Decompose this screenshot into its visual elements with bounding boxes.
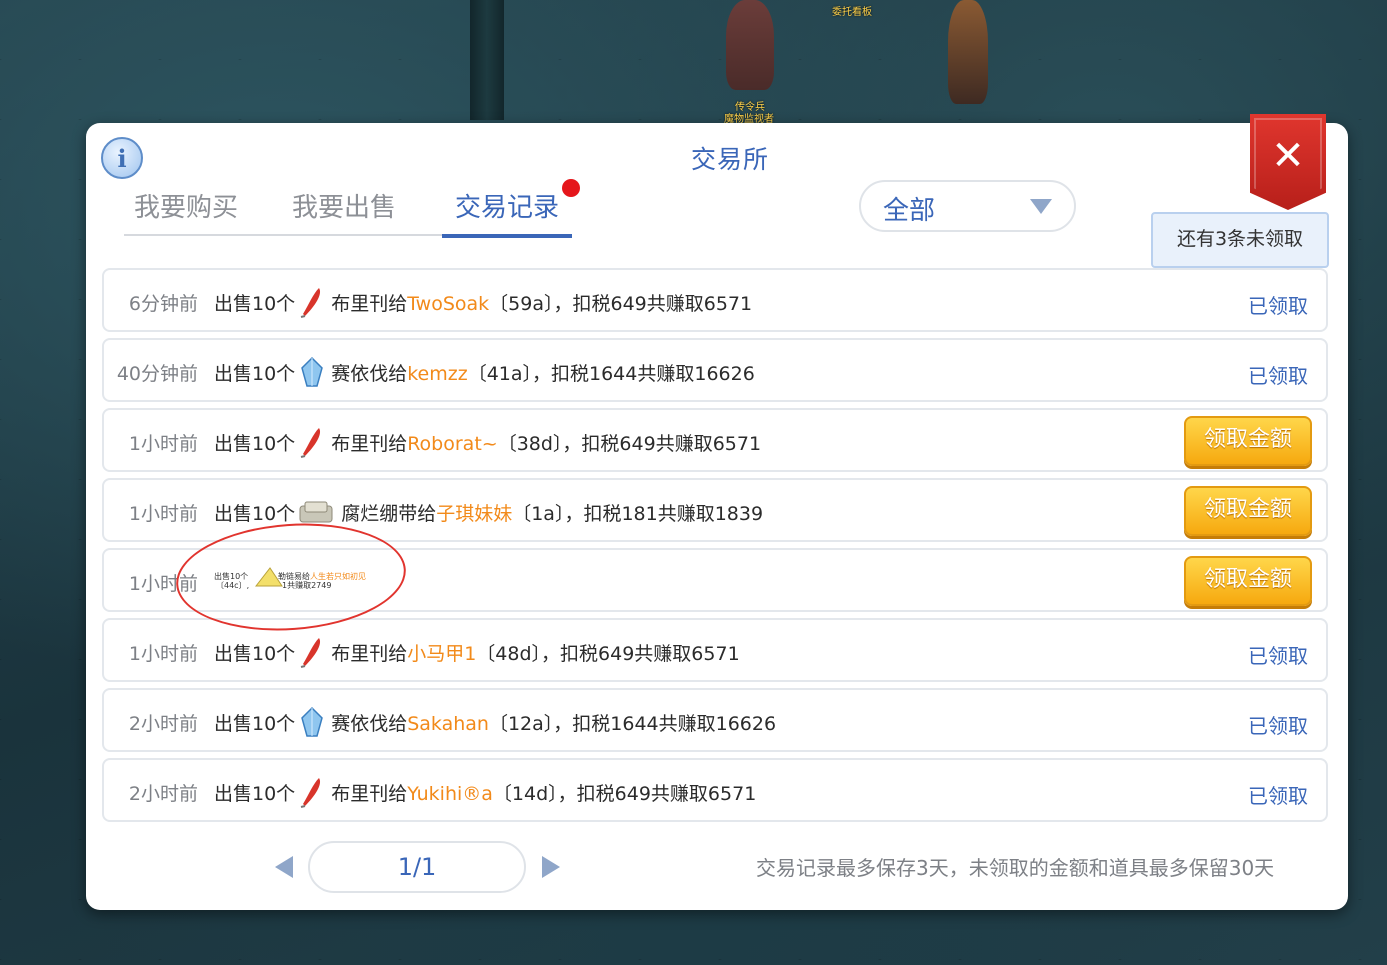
- record-time: 2小时前: [128, 783, 198, 805]
- npc-character[interactable]: [726, 0, 774, 90]
- tab-bar: 我要购买 我要出售 交易记录: [124, 188, 572, 238]
- record-text: 出售10个 布里刊给Roborat~〔38d〕，扣税649共赚取6571: [214, 427, 762, 458]
- record-item: 布里刊给: [331, 643, 408, 665]
- record-row: 2小时前 出售10个 布里刊给Yukihi®a〔14d〕，扣税649共赚取6571…: [102, 758, 1328, 822]
- record-item: 布里刊给: [331, 293, 408, 315]
- prev-page-icon[interactable]: [275, 856, 293, 878]
- record-suffix: 〔12a〕，扣税1644共赚取16626: [488, 713, 777, 735]
- buyer-name[interactable]: Yukihi®a: [407, 783, 493, 805]
- record-row: 40分钟前 出售10个 赛依伐给kemzz〔41a〕，扣税1644共赚取16626…: [102, 338, 1328, 402]
- record-time: 1小时前: [128, 433, 198, 455]
- record-text: 出售10个 布里刊给小马甲1〔48d〕，扣税649共赚取6571: [214, 637, 740, 668]
- red-feather-icon: [300, 287, 321, 318]
- info-icon[interactable]: i: [101, 137, 143, 179]
- filter-selected: 全部: [883, 196, 936, 226]
- claim-amount-button[interactable]: 领取金额: [1184, 556, 1312, 606]
- record-prefix: 出售10个: [214, 363, 296, 385]
- close-icon: ✕: [1271, 133, 1305, 179]
- buyer-name[interactable]: Sakahan: [407, 713, 489, 735]
- record-item: 布里刊给: [331, 433, 408, 455]
- unclaimed-notice: 还有3条未领取: [1151, 212, 1329, 268]
- record-suffix: 〔41a〕，扣税1644共赚取16626: [467, 363, 755, 385]
- claimed-label: 已领取: [1248, 644, 1308, 668]
- tab-sell[interactable]: 我要出售: [292, 188, 396, 234]
- claim-amount-button[interactable]: 领取金额: [1184, 486, 1312, 536]
- tab-records[interactable]: 交易记录: [442, 188, 572, 238]
- tab-buy[interactable]: 我要购买: [134, 188, 238, 234]
- record-item: 赛依伐给: [331, 363, 408, 385]
- record-row: 6分钟前 出售10个 布里刊给TwoSoak〔59a〕，扣税649共赚取6571 …: [102, 268, 1328, 332]
- blue-crystal-icon: [301, 706, 324, 737]
- record-time: 1小时前: [128, 503, 198, 525]
- record-suffix: 〔48d〕，扣税649共赚取6571: [476, 643, 740, 665]
- record-text: 出售10个 赛依伐给Sakahan〔12a〕，扣税1644共赚取16626: [214, 706, 777, 738]
- claimed-label: 已领取: [1248, 784, 1308, 808]
- record-prefix: 出售10个: [214, 713, 296, 735]
- claimed-label: 已领取: [1248, 364, 1308, 388]
- next-page-icon[interactable]: [542, 856, 560, 878]
- chevron-down-icon: [1030, 199, 1052, 214]
- red-feather-icon: [300, 637, 321, 668]
- record-suffix: 〔14d〕，扣税649共赚取6571: [492, 783, 757, 805]
- claimed-label: 已领取: [1248, 294, 1308, 318]
- claim-amount-button[interactable]: 领取金额: [1184, 416, 1312, 466]
- claimed-label: 已领取: [1248, 714, 1308, 738]
- red-feather-icon: [300, 777, 321, 808]
- retention-note: 交易记录最多保存3天，未领取的金额和道具最多保留30天: [756, 856, 1275, 880]
- page-indicator: 1/1: [308, 841, 526, 893]
- record-time: 6分钟前: [128, 293, 198, 315]
- record-prefix: 出售10个: [214, 643, 296, 665]
- player-character[interactable]: [948, 0, 988, 104]
- record-row: 1小时前 出售10个 布里刊给Roborat~〔38d〕，扣税649共赚取6571…: [102, 408, 1328, 472]
- record-suffix: 〔38d〕，扣税649共赚取6571: [497, 433, 762, 455]
- record-prefix: 出售10个: [214, 293, 296, 315]
- record-prefix: 出售10个: [214, 783, 296, 805]
- record-prefix: 出售10个: [214, 503, 296, 525]
- record-prefix: 出售10个: [214, 433, 296, 455]
- record-text: 出售10个 布里刊给Yukihi®a〔14d〕，扣税649共赚取6571: [214, 777, 757, 808]
- record-time: 1小时前: [128, 643, 198, 665]
- record-row: 2小时前 出售10个 赛依伐给Sakahan〔12a〕，扣税1644共赚取1662…: [102, 688, 1328, 752]
- red-feather-icon: [300, 427, 321, 458]
- stone-pillar: [470, 0, 504, 120]
- record-suffix: 〔59a〕，扣税649共赚取6571: [489, 293, 753, 315]
- buyer-name[interactable]: 子琪妹妹: [436, 503, 512, 525]
- npc-label-board: 委托看板: [832, 7, 872, 18]
- record-item: 赛依伐给: [331, 713, 408, 735]
- filter-dropdown[interactable]: 全部: [859, 180, 1076, 232]
- buyer-name[interactable]: TwoSoak: [407, 293, 489, 315]
- notification-dot: [562, 179, 580, 197]
- record-text: 出售10个 布里刊给TwoSoak〔59a〕，扣税649共赚取6571: [214, 287, 753, 318]
- buyer-name[interactable]: Roborat~: [407, 433, 497, 455]
- buyer-name[interactable]: 小马甲1: [407, 643, 476, 665]
- record-time: 40分钟前: [116, 363, 198, 385]
- panel-title: 交易所: [690, 145, 769, 174]
- record-item: 布里刊给: [331, 783, 408, 805]
- record-text: 出售10个 赛依伐给kemzz〔41a〕，扣税1644共赚取16626: [214, 356, 755, 388]
- record-time: 2小时前: [128, 713, 198, 735]
- record-suffix: 〔1a〕，扣税181共赚取1839: [512, 503, 764, 525]
- close-button[interactable]: ✕: [1250, 114, 1326, 210]
- buyer-name[interactable]: kemzz: [407, 363, 467, 385]
- record-item: 腐烂绷带给: [341, 503, 437, 525]
- blue-crystal-icon: [301, 356, 324, 387]
